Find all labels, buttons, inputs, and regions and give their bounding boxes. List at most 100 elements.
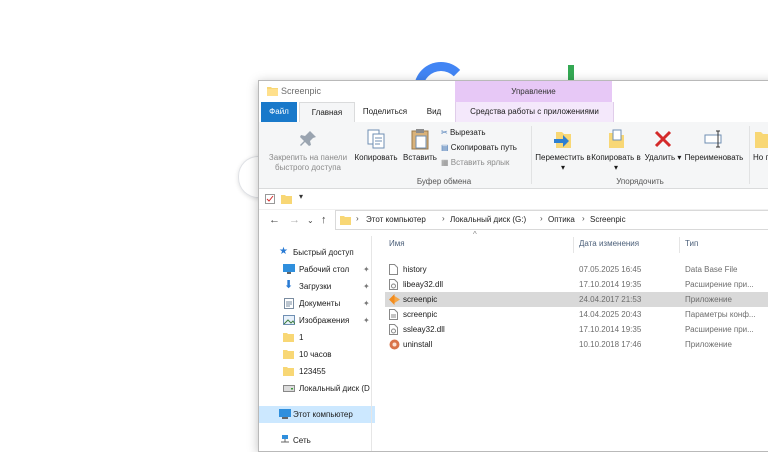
app-icon <box>389 294 400 305</box>
nav-item-label: 123455 <box>299 367 326 376</box>
network-icon <box>281 435 289 443</box>
file-date: 17.10.2014 19:35 <box>579 325 642 334</box>
delete-button[interactable]: Удалить ▾ <box>643 128 683 163</box>
move-to-button[interactable]: Переместить в ▾ <box>535 128 591 173</box>
nav-drive-d[interactable]: Локальный диск (D <box>259 380 375 397</box>
file-type: Параметры конф... <box>685 310 756 319</box>
paste-label: Вставить <box>403 153 437 162</box>
rename-label: Переименовать <box>684 153 744 162</box>
nav-item-label: Локальный диск (D <box>299 384 370 393</box>
file-row[interactable]: ssleay32.dll 17.10.2014 19:35 Расширение… <box>385 322 768 337</box>
nav-item-label: Документы <box>299 299 341 308</box>
breadcrumb-separator: › <box>540 214 543 223</box>
column-header-name[interactable]: Имя <box>389 239 405 248</box>
folder-icon <box>340 216 351 225</box>
file-row[interactable]: libeay32.dll 17.10.2014 19:35 Расширение… <box>385 277 768 292</box>
copy-icon <box>367 129 385 149</box>
nav-network-label: Сеть <box>293 436 311 445</box>
back-arrow-icon[interactable]: ← <box>269 214 280 226</box>
file-date: 24.04.2017 21:53 <box>579 295 642 304</box>
paste-shortcut-label: Вставить ярлык <box>450 158 510 167</box>
rename-icon <box>704 130 722 148</box>
pin-icon: ✦ <box>363 265 370 274</box>
breadcrumb-separator: › <box>356 214 359 223</box>
breadcrumb-separator: › <box>582 214 585 223</box>
chevron-down-icon: ▾ <box>560 163 565 172</box>
tab-view[interactable]: Вид <box>419 102 449 122</box>
title-bar: Screenpic Управление <box>259 81 768 102</box>
file-date: 07.05.2025 16:45 <box>579 265 642 274</box>
rename-button[interactable]: Переименовать <box>683 128 745 163</box>
column-header-type[interactable]: Тип <box>685 239 698 248</box>
ribbon-tabs: Файл Главная Поделиться Вид Средства раб… <box>259 102 768 123</box>
delete-label: Удалить <box>644 153 676 162</box>
properties-icon[interactable] <box>265 194 275 204</box>
nav-folder-1[interactable]: 1 <box>259 329 375 346</box>
tab-share[interactable]: Поделиться <box>355 102 415 122</box>
config-icon <box>389 309 398 320</box>
pin-quick-access-label: Закрепить на панели быстрого доступа <box>268 153 348 172</box>
nav-pictures[interactable]: Изображения ✦ <box>259 312 375 329</box>
navigation-pane: ★ Быстрый доступ Рабочий стол ✦ ⬇ Загруз… <box>259 236 375 451</box>
window-title: Screenpic <box>281 86 322 96</box>
copy-path-button[interactable]: ▤ Скопировать путь <box>441 141 517 155</box>
file-row[interactable]: history 07.05.2025 16:45 Data Base File <box>385 262 768 277</box>
file-type: Приложение <box>685 295 732 304</box>
move-to-label: Переместить в <box>535 153 591 162</box>
breadcrumb-drive[interactable]: Локальный диск (G:) <box>450 215 526 224</box>
new-folder-icon[interactable] <box>281 194 292 204</box>
file-row[interactable]: screenpic 14.04.2025 20:43 Параметры кон… <box>385 307 768 322</box>
nav-network[interactable]: Сеть <box>259 432 375 449</box>
nav-item-label: 10 часов <box>299 350 332 359</box>
context-tab-header: Управление <box>455 81 612 102</box>
file-name: screenpic <box>403 295 438 304</box>
column-divider[interactable] <box>573 237 574 253</box>
nav-desktop[interactable]: Рабочий стол ✦ <box>259 261 375 278</box>
paste-shortcut-button[interactable]: ▦ Вставить ярлык <box>441 156 509 170</box>
file-row[interactable]: uninstall 10.10.2018 17:46 Приложение <box>385 337 768 352</box>
customize-toolbar-icon[interactable]: ▾ <box>299 192 303 201</box>
pin-icon: ✦ <box>363 316 370 325</box>
chevron-down-icon: ▾ <box>677 153 682 162</box>
pin-quick-access-button[interactable]: Закрепить на панели быстрого доступа <box>261 128 355 173</box>
file-name: ssleay32.dll <box>403 325 445 334</box>
forward-arrow-icon[interactable]: → <box>289 214 300 226</box>
computer-icon <box>279 409 291 419</box>
nav-this-pc[interactable]: Этот компьютер <box>259 406 375 423</box>
recent-locations-icon[interactable]: ⌄ <box>307 216 314 225</box>
pictures-icon <box>283 315 295 325</box>
file-row[interactable]: screenpic 24.04.2017 21:53 Приложение <box>385 292 768 307</box>
file-list: ^ Имя Дата изменения Тип history 07.05.2… <box>377 230 768 451</box>
address-box[interactable]: › Этот компьютер › Локальный диск (G:) ›… <box>335 210 768 230</box>
file-type: Приложение <box>685 340 732 349</box>
breadcrumb-optika[interactable]: Оптика <box>548 215 575 224</box>
breadcrumb-screenpic[interactable]: Screenpic <box>590 215 626 224</box>
nav-folder-123455[interactable]: 123455 <box>259 363 375 380</box>
breadcrumb-this-pc[interactable]: Этот компьютер <box>366 215 426 224</box>
ribbon-separator <box>749 126 750 184</box>
copy-button[interactable]: Копировать <box>351 128 401 163</box>
navigation-scrollbar[interactable] <box>371 236 372 451</box>
column-divider[interactable] <box>679 237 680 253</box>
up-arrow-icon[interactable]: ↑ <box>321 214 327 226</box>
nav-folder-10-hours[interactable]: 10 часов <box>259 346 375 363</box>
folder-icon <box>267 87 278 96</box>
copy-to-icon <box>609 129 624 148</box>
nav-downloads[interactable]: ⬇ Загрузки ✦ <box>259 278 375 295</box>
tab-application-tools[interactable]: Средства работы с приложениями <box>455 102 614 122</box>
tab-file[interactable]: Файл <box>261 102 297 122</box>
nav-documents[interactable]: Документы ✦ <box>259 295 375 312</box>
folder-icon <box>283 333 294 342</box>
paste-icon <box>411 129 429 150</box>
column-header-date[interactable]: Дата изменения <box>579 239 639 248</box>
nav-quick-access[interactable]: ★ Быстрый доступ <box>259 244 375 261</box>
copy-to-button[interactable]: Копировать в ▾ <box>589 128 643 173</box>
copy-path-icon: ▤ <box>441 143 449 152</box>
cut-button[interactable]: ✂ Вырезать <box>441 126 486 140</box>
address-bar: ← → ⌄ ↑ › Этот компьютер › Локальный дис… <box>259 210 768 232</box>
nav-item-label: Загрузки <box>299 282 332 291</box>
new-button[interactable]: Но па <box>753 128 768 163</box>
paste-button[interactable]: Вставить <box>401 128 439 163</box>
tab-home[interactable]: Главная <box>299 102 355 123</box>
star-icon: ★ <box>279 246 288 257</box>
